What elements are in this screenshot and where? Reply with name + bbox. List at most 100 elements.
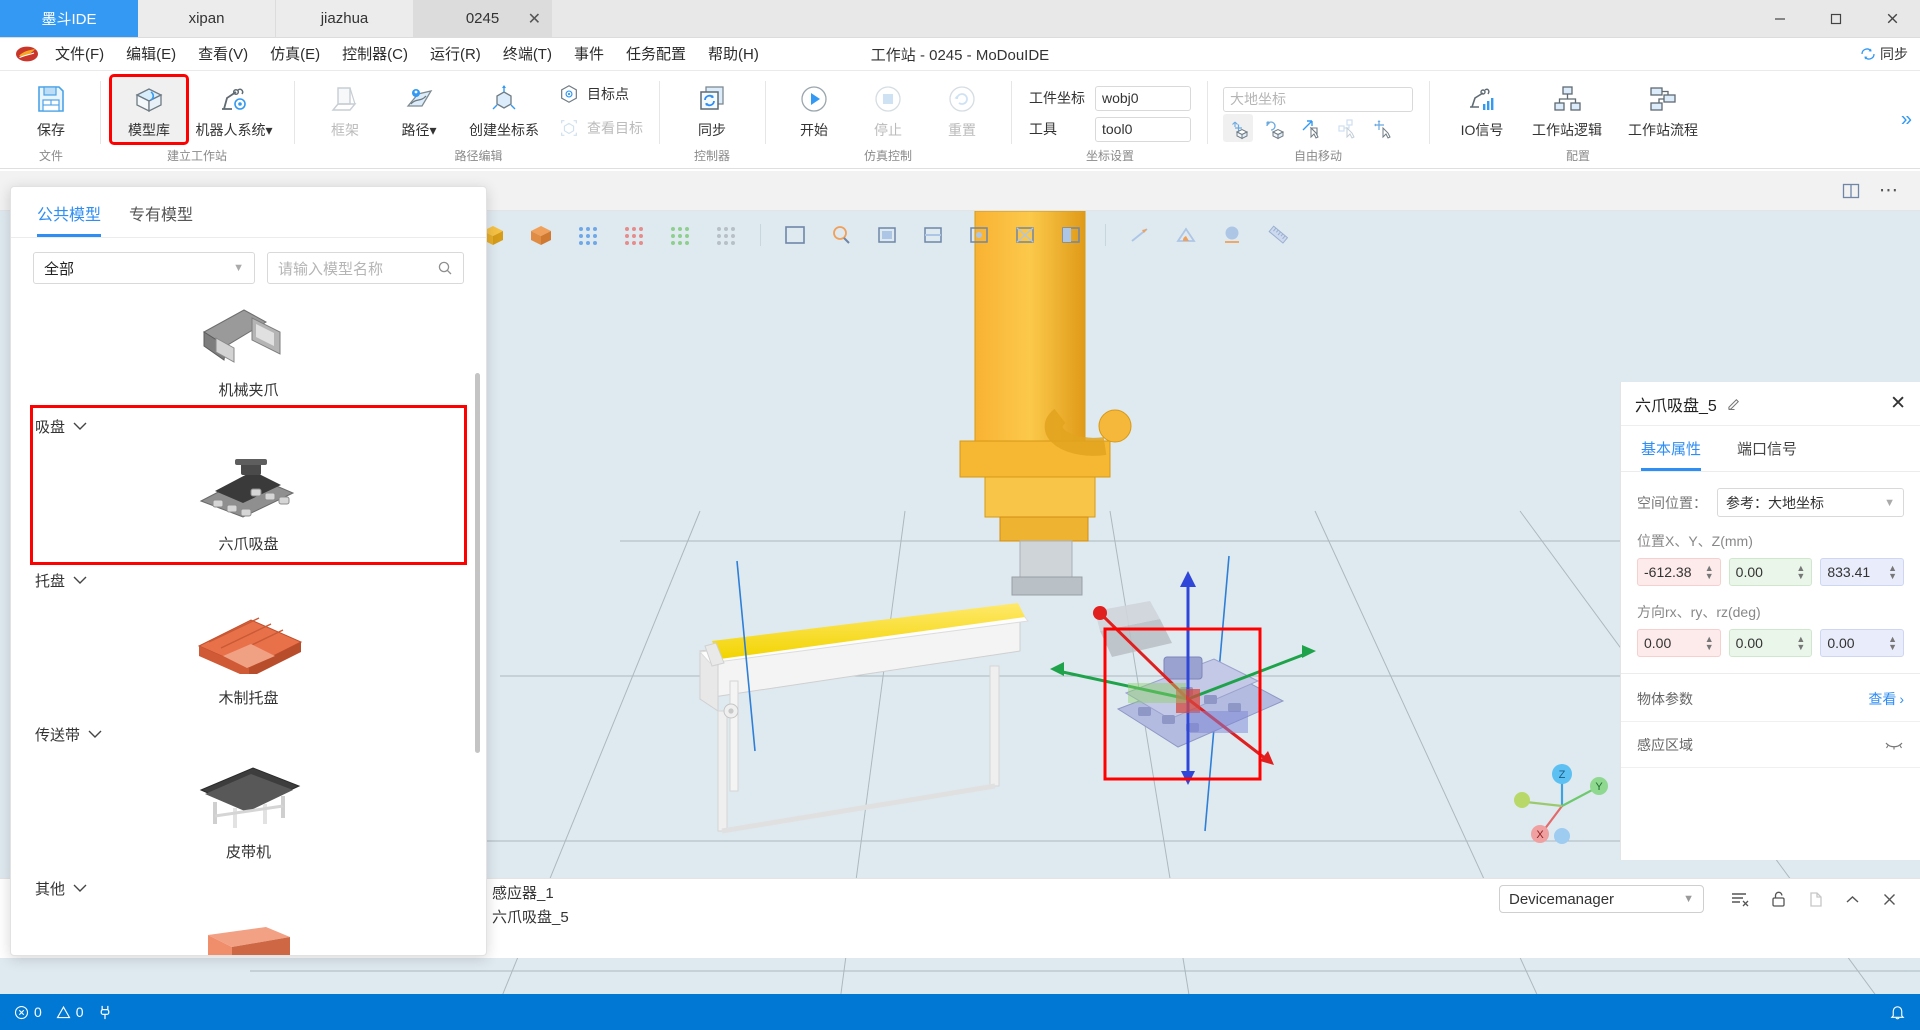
axis-gizmo[interactable]: Z Y X — [1510, 754, 1630, 864]
error-status[interactable]: 0 — [14, 1004, 42, 1020]
tool-input[interactable]: tool0 — [1095, 117, 1191, 142]
position-y-input[interactable]: 0.00 ▲▼ — [1729, 558, 1813, 586]
minimize-button[interactable] — [1752, 0, 1808, 37]
category-header-conveyor[interactable]: 传送带 — [33, 716, 464, 753]
list-item[interactable]: 六爪吸盘 — [33, 445, 464, 562]
path-button[interactable]: 路径▾ — [382, 77, 456, 142]
notification-status[interactable] — [1889, 1003, 1906, 1021]
rotation-ry-input[interactable]: 0.00 ▲▼ — [1729, 629, 1813, 657]
menu-events[interactable]: 事件 — [563, 38, 615, 71]
stop-button[interactable]: 停止 — [851, 77, 925, 142]
list-item[interactable]: 机械夹爪 — [33, 291, 464, 408]
reference-select[interactable]: 参考：大地坐标 ▼ — [1717, 488, 1904, 517]
position-x-input[interactable]: -612.38 ▲▼ — [1637, 558, 1721, 586]
menu-terminal[interactable]: 终端(T) — [492, 38, 563, 71]
station-flow-button[interactable]: 工作站流程 — [1615, 77, 1711, 142]
create-coordinate-button[interactable]: 创建坐标系 — [456, 77, 552, 142]
tab-public-models[interactable]: 公共模型 — [37, 201, 101, 237]
line-measure-icon[interactable] — [1128, 224, 1152, 246]
tab-port-signals[interactable]: 端口信号 — [1737, 438, 1797, 471]
maximize-button[interactable] — [1808, 0, 1864, 37]
scale-icon[interactable] — [1295, 114, 1325, 142]
object-parameters-action[interactable]: 查看 › — [1868, 689, 1904, 709]
search-icon[interactable] — [437, 260, 453, 276]
grid-dots-red-icon[interactable] — [622, 224, 646, 246]
object-parameters-row[interactable]: 物体参数 查看 › — [1621, 676, 1920, 722]
pencil-icon[interactable] — [1727, 396, 1742, 411]
collapse-icon[interactable] — [1844, 891, 1861, 908]
stepper-arrows-icon[interactable]: ▲▼ — [1705, 564, 1714, 580]
close-button[interactable] — [1864, 0, 1920, 37]
menu-edit[interactable]: 编辑(E) — [115, 38, 187, 71]
grid-dots-green-icon[interactable] — [668, 224, 692, 246]
model-list-scrollbar[interactable] — [475, 373, 480, 753]
close-icon[interactable]: ✕ — [1890, 392, 1906, 415]
rotation-rx-input[interactable]: 0.00 ▲▼ — [1637, 629, 1721, 657]
model-library-button[interactable]: 模型库 — [112, 77, 186, 142]
stepper-arrows-icon[interactable]: ▲▼ — [1796, 635, 1805, 651]
model-search-input[interactable]: 请输入模型名称 — [267, 252, 464, 284]
model-library-list[interactable]: 机械夹爪 吸盘 — [11, 291, 486, 955]
rotation-rz-input[interactable]: 0.00 ▲▼ — [1820, 629, 1904, 657]
select-rect-icon[interactable] — [783, 224, 807, 246]
stepper-arrows-icon[interactable]: ▲▼ — [1796, 564, 1805, 580]
target-point-button[interactable]: 目标点 — [552, 81, 649, 107]
eye-off-icon[interactable] — [1884, 738, 1904, 752]
unlock-icon[interactable] — [1770, 890, 1787, 909]
clear-list-icon[interactable] — [1730, 890, 1750, 908]
station-logic-button[interactable]: 工作站逻辑 — [1519, 77, 1615, 142]
frame-button[interactable]: 框架 — [308, 77, 382, 142]
chevron-down-icon[interactable] — [73, 884, 87, 893]
cube-face-icon[interactable] — [875, 224, 899, 246]
sync-status-button[interactable]: 同步 — [1860, 44, 1908, 64]
cube-wire-icon[interactable] — [1013, 224, 1037, 246]
translate-icon[interactable] — [1223, 114, 1253, 142]
list-item[interactable]: 皮带机 — [33, 753, 464, 870]
cube-vertex-icon[interactable] — [967, 224, 991, 246]
menu-file[interactable]: 文件(F) — [44, 38, 115, 71]
menu-controller[interactable]: 控制器(C) — [331, 38, 419, 71]
grid-dots-blue-icon[interactable] — [576, 224, 600, 246]
sync-button[interactable]: 同步 — [675, 77, 749, 142]
chevron-down-icon[interactable] — [73, 576, 87, 585]
tab-0245[interactable]: 0245 ✕ — [414, 0, 552, 37]
category-header-other[interactable]: 其他 — [33, 870, 464, 907]
list-item[interactable] — [33, 907, 464, 955]
view-target-button[interactable]: 查看目标 — [552, 115, 649, 141]
more-options-icon[interactable]: ⋯ — [1879, 186, 1898, 196]
world-coord-input[interactable]: 大地坐标 — [1223, 87, 1413, 112]
menu-simulation[interactable]: 仿真(E) — [259, 38, 331, 71]
reset-button[interactable]: 重置 — [925, 77, 999, 142]
list-item[interactable]: 木制托盘 — [33, 599, 464, 716]
align-icon[interactable] — [1367, 114, 1397, 142]
stepper-arrows-icon[interactable]: ▲▼ — [1705, 635, 1714, 651]
workobject-coord-input[interactable]: wobj0 — [1095, 86, 1191, 111]
rotate-icon[interactable] — [1259, 114, 1289, 142]
angle-measure-icon[interactable] — [1174, 224, 1198, 246]
tab-xipan[interactable]: xipan — [138, 0, 276, 37]
cube-edge-icon[interactable] — [921, 224, 945, 246]
tab-jiazhua[interactable]: jiazhua — [276, 0, 414, 37]
start-button[interactable]: 开始 — [777, 77, 851, 142]
robot-system-button[interactable]: 机器人系统▾ — [186, 77, 282, 142]
split-view-icon[interactable] — [1841, 181, 1861, 201]
category-header-pallet[interactable]: 托盘 — [33, 562, 464, 599]
io-signal-button[interactable]: IO信号 — [1445, 77, 1519, 142]
position-z-input[interactable]: 833.41 ▲▼ — [1820, 558, 1904, 586]
chevron-down-icon[interactable] — [88, 730, 102, 739]
sphere-icon[interactable] — [1220, 224, 1244, 246]
chevron-down-icon[interactable] — [73, 422, 87, 431]
category-select[interactable]: 全部 ▼ — [33, 252, 255, 284]
tab-modou-ide[interactable]: 墨斗IDE — [0, 0, 138, 37]
ribbon-expand-icon[interactable]: » — [1901, 108, 1912, 131]
tab-private-models[interactable]: 专有模型 — [129, 201, 193, 237]
snap-icon[interactable] — [1331, 114, 1361, 142]
cube-solid-icon[interactable] — [1059, 224, 1083, 246]
stepper-arrows-icon[interactable]: ▲▼ — [1888, 564, 1897, 580]
tab-basic-properties[interactable]: 基本属性 — [1641, 438, 1701, 471]
plug-status[interactable] — [98, 1004, 112, 1021]
menu-help[interactable]: 帮助(H) — [697, 38, 770, 71]
menu-task-config[interactable]: 任务配置 — [615, 38, 697, 71]
copy-icon[interactable] — [1807, 890, 1824, 909]
devicemanager-select[interactable]: Devicemanager ▼ — [1499, 885, 1704, 913]
